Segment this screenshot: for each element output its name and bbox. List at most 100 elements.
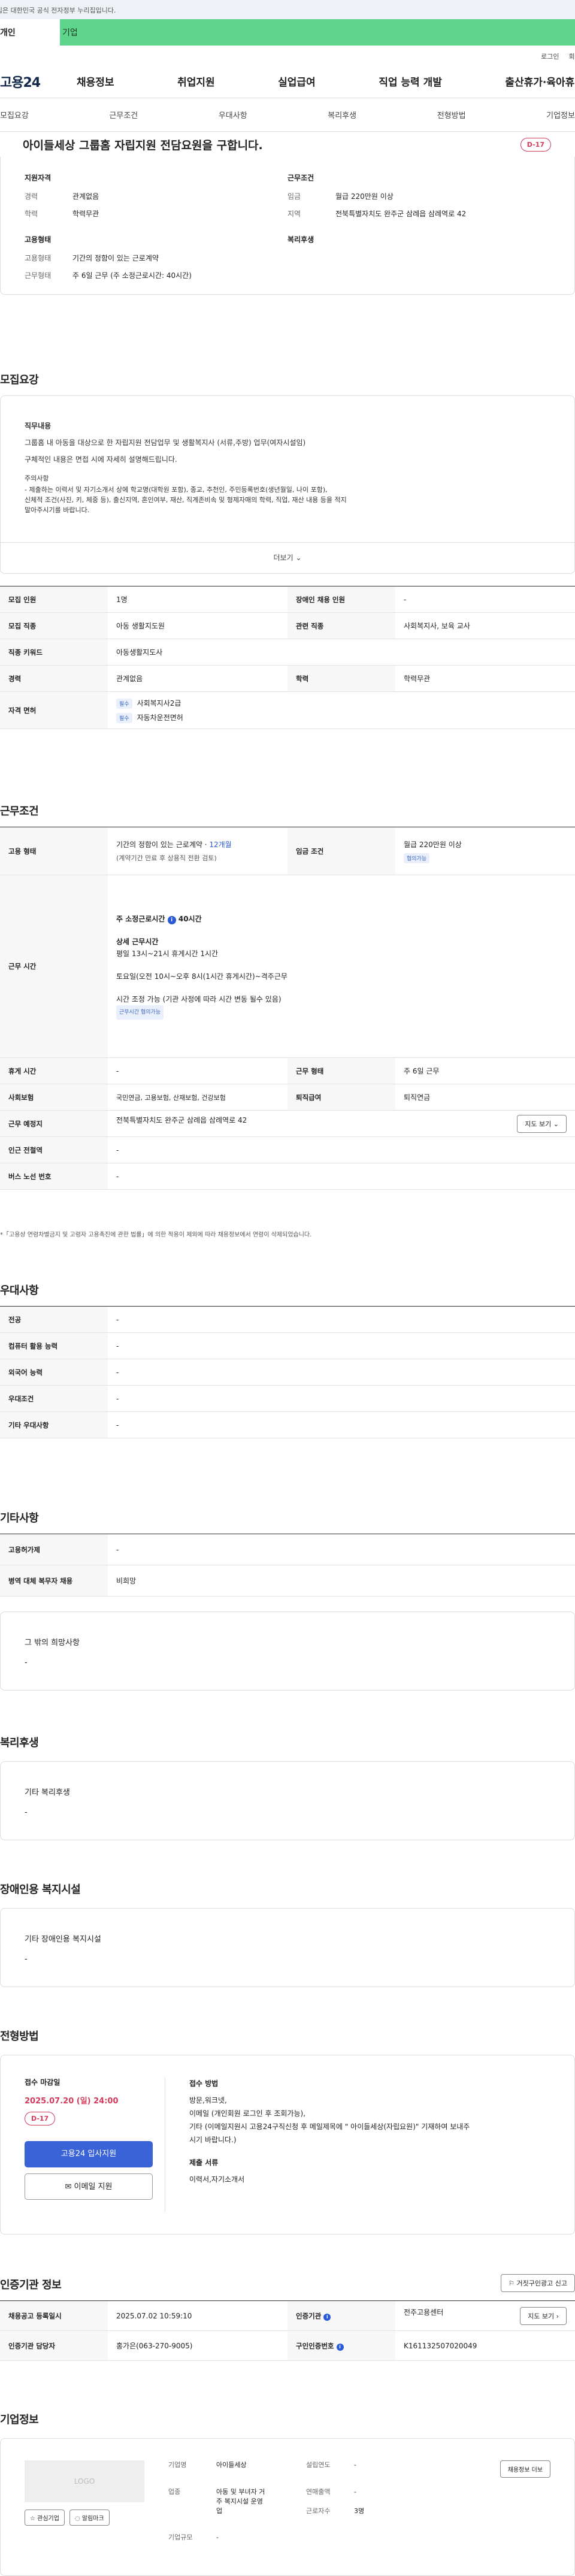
job-title-bar: 아이들세상 그룹홈 자립지원 전담요원을 구합니다. D-17 — [0, 132, 575, 157]
industry-line: 업 — [216, 2507, 223, 2515]
dday-badge: D-17 — [520, 137, 551, 152]
menu-unemployment[interactable]: 실업급여 — [278, 74, 316, 89]
cell-label: 관련 직종 — [288, 612, 395, 639]
time-negotiable-tag: 근무시간 협의가능 — [116, 1005, 164, 1020]
cell-value: - — [108, 1385, 575, 1412]
info-icon[interactable]: i — [336, 2343, 344, 2351]
desc-line: 구체적인 내용은 면접 시에 자세히 설명해드립니다. — [25, 455, 177, 464]
cell-label: 휴게 시간 — [0, 1057, 108, 1084]
table-row: 고용 형태 기간의 정함이 있는 근로계약 · 12개월 (계약기간 만료 후 상… — [0, 827, 575, 875]
recruit-heading: 모집요강 — [0, 374, 39, 386]
subscribe-button[interactable]: ◌ 알림마크 — [69, 2510, 110, 2526]
subnav-conditions[interactable]: 근무조건 — [109, 109, 138, 120]
agency-map-button[interactable]: 지도 보기 › — [520, 2306, 567, 2325]
cell-label: 외국어 능력 — [0, 1359, 108, 1386]
cell-value: - — [108, 1306, 575, 1333]
cell-label: 근무 예정지 — [0, 1110, 108, 1137]
job-description-box: 직무내용 그룹홈 내 아동을 대상으로 한 자립지원 전담업무 및 생활복지사 … — [0, 395, 575, 574]
site-logo[interactable]: 고용24 — [0, 72, 60, 91]
cell-label: 모집 직종 — [0, 612, 108, 639]
recruit-table: 모집 인원 1명 장애인 채용 인원 - 모집 직종 아동 생활지도원 관련 직종 사회복지… — [0, 586, 575, 729]
detail-heading: 상세 근무시간 — [116, 938, 159, 946]
weekly-hours-label: 주 소정근로시간 — [116, 915, 165, 923]
report-button[interactable]: ⚐ 거짓구인광고 신고 — [501, 2274, 575, 2292]
emp-type-sub: (계약기간 만료 후 상용직 전환 검토) — [116, 854, 217, 862]
cell-value: 관계없음 — [108, 665, 288, 692]
email-apply-button[interactable]: ✉ 이메일 지원 — [25, 2173, 153, 2200]
welfare-label: 기타 복리후생 — [25, 1788, 70, 1797]
kv-value: 기간의 정함이 있는 근로계약 — [72, 254, 159, 262]
menu-employment-support[interactable]: 취업지원 — [177, 74, 215, 89]
menu-leave[interactable]: 출산휴가·육아휴직 — [505, 74, 575, 89]
docs-value: 이력서,자기소개서 — [189, 2175, 245, 2184]
license-name: 자동차운전면허 — [137, 713, 183, 722]
menu-jobs[interactable]: 채용정보 — [77, 74, 114, 89]
subnav-welfare[interactable]: 복리후생 — [328, 109, 356, 120]
info-icon[interactable]: i — [167, 916, 176, 924]
signup-link[interactable]: 회원가입 — [569, 52, 575, 65]
table-row: 고용허가제 - — [0, 1534, 575, 1565]
subnav-company[interactable]: 기업정보 — [546, 109, 575, 120]
industry-value: 아동 및 부녀자 거주 복지시설 운영 업 — [216, 2487, 306, 2527]
info-icon[interactable]: i — [323, 2313, 331, 2321]
cell-label: 모집 인원 — [0, 586, 108, 613]
cell-label: 퇴직급여 — [288, 1084, 395, 1111]
pref-heading: 우대사항 — [0, 1284, 39, 1297]
tab-company[interactable]: 기업 — [60, 19, 78, 46]
cell-label: 임금 조건 — [288, 827, 395, 875]
login-link[interactable]: 로그인 — [541, 52, 559, 65]
tab-personal[interactable]: 개인 — [0, 19, 60, 46]
cell-value: - — [108, 1332, 575, 1359]
apply-button[interactable]: 고용24 입사지원 — [25, 2141, 153, 2167]
cell-value: 홍가은(063-270-9005) — [108, 2330, 288, 2361]
detail-line: 평일 13시~21시 휴게시간 1시간 — [116, 950, 219, 958]
cond-heading: 근무조건 — [288, 174, 314, 182]
table-row: 채용공고 등록일시 2025.07.02 10:59:10 인증기관 i 전주고용센터… — [0, 2300, 575, 2331]
user-type-tabs: 개인 기업 — [0, 19, 575, 46]
sales-value: - — [354, 2487, 356, 2496]
more-button[interactable]: 더보기 ⌄ — [1, 542, 574, 572]
kv-label: 업종 — [168, 2487, 181, 2496]
subnav-preference[interactable]: 우대사항 — [219, 109, 247, 120]
kv-label: 학력 — [25, 210, 38, 218]
cell-value: - — [108, 1163, 575, 1190]
age-note: *「고용상 연령차별금지 및 고령자 고용촉진에 관한 법률」에 의한 적용이 … — [0, 1232, 312, 1238]
gov-banner-text: 이 누리집은 대한민국 공식 전자정부 누리집입니다. — [0, 7, 116, 14]
summary-box: 지원자격 경력 관계없음 학력 학력무관 고용형태 고용형태 기간의 정함이 있는 근… — [0, 157, 575, 295]
cell-value: 전주고용센터 — [404, 2308, 444, 2317]
favorite-button[interactable]: ☆ 관심기업 — [25, 2510, 65, 2526]
menu-training[interactable]: 직업 능력 개발 — [379, 74, 442, 89]
global-nav: 고용24 채용정보 취업지원 실업급여 직업 능력 개발 출산휴가·육아휴직 — [0, 65, 575, 98]
agency-map-label: 지도 보기 — [528, 2312, 555, 2320]
kv-label: 기업규모 — [168, 2533, 193, 2542]
report-label: 거짓구인광고 신고 — [516, 2279, 567, 2287]
more-jobs-button[interactable]: 채용정보 더보 — [500, 2460, 550, 2478]
job-title: 아이들세상 그룹홈 자립지원 전담요원을 구합니다. — [23, 138, 263, 152]
kv-value: 주 6일 근무 (주 소정근로시간: 40시간) — [72, 271, 192, 280]
cell-label: 근무 시간 — [0, 875, 108, 1058]
cell-value: 주 6일 근무 — [395, 1057, 575, 1084]
map-button[interactable]: 지도 보기 ⌄ — [517, 1114, 567, 1133]
more-label: 더보기 — [273, 554, 293, 562]
emp-type-value: 기간의 정함이 있는 근로계약 · — [116, 840, 210, 849]
kv-value: - — [354, 2461, 356, 2469]
kv-value: 전북특별자치도 완주군 삼례읍 삼례역로 42 — [335, 210, 467, 218]
subnav-recruit[interactable]: 모집요강 — [0, 109, 29, 120]
table-row: 전공 - — [0, 1306, 575, 1333]
detail-line: 시간 조정 가능 (기관 사정에 따라 시간 변동 될수 있음) — [116, 995, 282, 1003]
cell-value: 국민연금, 고용보험, 산재보험, 건강보험 — [108, 1084, 288, 1111]
cell-value: 아동생활지도사 — [108, 639, 575, 666]
company-logo: LOGO — [25, 2460, 144, 2502]
desc-heading: 직무내용 — [25, 422, 52, 430]
subnav-process[interactable]: 전형방법 — [437, 109, 466, 120]
cell-label: 근무 형태 — [288, 1057, 395, 1084]
cell-value: 아동 생활지도원 — [108, 612, 288, 639]
table-row: 모집 인원 1명 장애인 채용 인원 - — [0, 586, 575, 613]
method-heading: 접수 방법 — [189, 2079, 219, 2088]
cell-label: 기타 우대사항 — [0, 1411, 108, 1438]
desc-line: 말아주시기를 바랍니다. — [25, 506, 90, 514]
table-row: 경력 관계없음 학력 학력무관 — [0, 665, 575, 692]
deadline-value: 2025.07.20 (일) 24:00 — [25, 2097, 119, 2106]
cell-label: 우대조건 — [0, 1385, 108, 1412]
disab-heading: 장애인용 복지시설 — [0, 1883, 81, 1896]
